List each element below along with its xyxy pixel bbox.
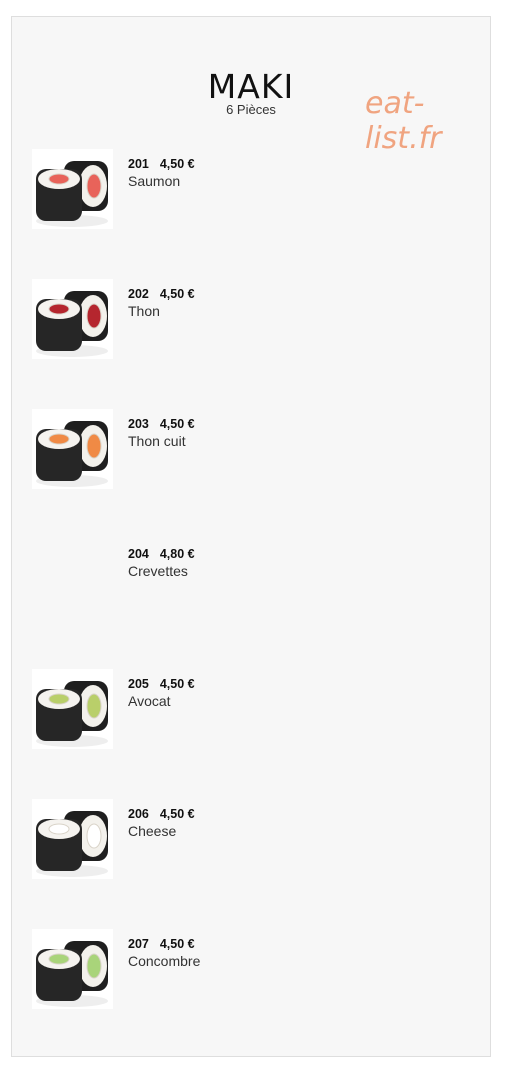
item-name: Saumon [128, 173, 181, 189]
menu-item-details: 207 4,50 € Concombre [128, 937, 200, 969]
item-name: Thon [128, 303, 160, 319]
menu-item[interactable]: 204 4,80 € Crevettes [32, 539, 472, 621]
maki-photo [32, 279, 113, 359]
menu-item[interactable]: 203 4,50 € Thon cuit [32, 409, 472, 491]
item-number: 203 [128, 417, 149, 431]
menu-item-details: 204 4,80 € Crevettes [128, 547, 195, 579]
maki-photo [32, 929, 113, 1009]
maki-photo [32, 409, 113, 489]
item-name: Avocat [128, 693, 171, 709]
menu-item-details: 205 4,50 € Avocat [128, 677, 195, 709]
menu-item-details: 206 4,50 € Cheese [128, 807, 195, 839]
maki-photo [32, 799, 113, 879]
item-number-price: 203 4,50 € [128, 417, 195, 431]
item-number: 207 [128, 937, 149, 951]
item-number-price: 202 4,50 € [128, 287, 195, 301]
item-name: Concombre [128, 953, 201, 969]
item-number-price: 204 4,80 € [128, 547, 195, 561]
item-number-price: 201 4,50 € [128, 157, 195, 171]
item-price: 4,50 € [159, 807, 195, 821]
item-name: Cheese [128, 823, 177, 839]
watermark: eat-list.fr [365, 86, 442, 156]
item-number: 205 [128, 677, 149, 691]
item-price: 4,50 € [159, 157, 195, 171]
item-number: 201 [128, 157, 149, 171]
menu-item[interactable]: 205 4,50 € Avocat [32, 669, 472, 751]
item-name: Crevettes [128, 563, 188, 579]
menu-item[interactable]: 202 4,50 € Thon [32, 279, 472, 361]
item-price: 4,50 € [159, 937, 195, 951]
item-price: 4,50 € [159, 417, 195, 431]
maki-photo [32, 669, 113, 749]
menu-item-details: 201 4,50 € Saumon [128, 157, 195, 189]
menu-item-details: 202 4,50 € Thon [128, 287, 195, 319]
item-number: 206 [128, 807, 149, 821]
maki-photo [32, 149, 113, 229]
item-price: 4,50 € [159, 287, 195, 301]
menu-item[interactable]: 206 4,50 € Cheese [32, 799, 472, 881]
menu-card: MAKI 6 Pièces eat-list.fr 201 4,50 € Saumo… [11, 16, 491, 1057]
item-name: Thon cuit [128, 433, 186, 449]
item-price: 4,50 € [159, 677, 195, 691]
item-number-price: 206 4,50 € [128, 807, 195, 821]
item-number-price: 207 4,50 € [128, 937, 200, 951]
item-number: 202 [128, 287, 149, 301]
menu-item[interactable]: 201 4,50 € Saumon [32, 149, 472, 231]
item-number: 204 [128, 547, 149, 561]
menu-item-details: 203 4,50 € Thon cuit [128, 417, 195, 449]
item-price: 4,80 € [159, 547, 195, 561]
item-number-price: 205 4,50 € [128, 677, 195, 691]
menu-item[interactable]: 207 4,50 € Concombre [32, 929, 472, 1011]
